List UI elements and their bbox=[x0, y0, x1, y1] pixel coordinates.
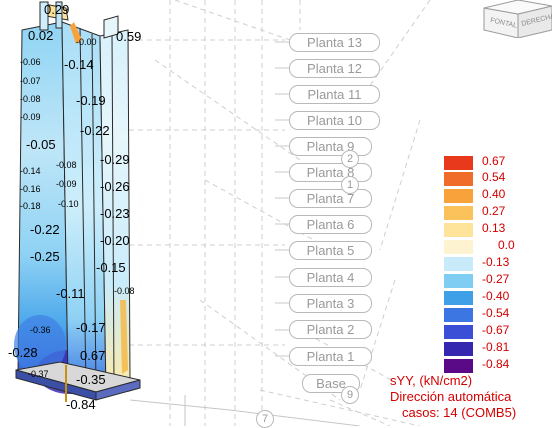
floor-tag-planta-4[interactable]: Planta 4 bbox=[289, 268, 372, 287]
stress-value: -0.22 bbox=[30, 222, 60, 237]
floor-tag-planta-12[interactable]: Planta 12 bbox=[289, 59, 380, 78]
stress-value: -0.84 bbox=[66, 397, 96, 412]
floor-tag-planta-11[interactable]: Planta 11 bbox=[289, 85, 380, 104]
stress-value: -0.09 bbox=[20, 112, 41, 122]
legend-swatch bbox=[444, 274, 473, 288]
stress-value: -0.28 bbox=[8, 345, 38, 360]
legend-swatch bbox=[444, 291, 473, 305]
legend-swatch bbox=[444, 359, 473, 373]
legend-swatch bbox=[444, 240, 473, 254]
stress-value: -0.09 bbox=[56, 179, 77, 189]
stress-value: -0.11 bbox=[56, 286, 85, 301]
stress-value: -0.08 bbox=[56, 160, 77, 170]
legend-value: -0.27 bbox=[482, 272, 510, 286]
legend-swatch bbox=[444, 206, 473, 220]
stress-value: -0.37 bbox=[28, 369, 49, 379]
legend-swatch bbox=[444, 342, 473, 356]
floor-tag-planta-1[interactable]: Planta 1 bbox=[289, 347, 372, 366]
floor-tag-planta-7[interactable]: Planta 7 bbox=[289, 189, 372, 208]
floor-tag-planta-3[interactable]: Planta 3 bbox=[289, 294, 372, 313]
stress-value: -0.06 bbox=[20, 57, 41, 67]
stress-value: 0.29 bbox=[44, 2, 70, 17]
legend-swatch bbox=[444, 172, 473, 186]
legend-value: -0.13 bbox=[482, 255, 510, 269]
legend-value: 0.54 bbox=[482, 170, 506, 184]
stress-value: -0.14 bbox=[20, 166, 41, 176]
stress-value: -0.05 bbox=[26, 137, 56, 152]
stress-value: -0.07 bbox=[20, 76, 41, 86]
floor-tag-planta-9[interactable]: Planta 9 bbox=[289, 137, 372, 156]
grid-axis-bubble-2: 2 bbox=[341, 150, 359, 168]
stress-value: -0.29 bbox=[100, 152, 130, 167]
floor-tag-planta-10[interactable]: Planta 10 bbox=[289, 111, 380, 130]
stress-value: 0.67 bbox=[80, 348, 106, 363]
stress-value: -0.22 bbox=[80, 123, 110, 138]
legend-value: -0.81 bbox=[482, 340, 510, 354]
legend-value: -0.40 bbox=[482, 289, 510, 303]
view-cube[interactable]: FONTAL DERECHA bbox=[478, 0, 552, 38]
stress-value: -0.14 bbox=[64, 57, 94, 72]
stress-value: -0.20 bbox=[100, 233, 130, 248]
legend-swatch bbox=[444, 189, 473, 203]
stress-value: -0.25 bbox=[30, 249, 60, 264]
legend-value: -0.84 bbox=[482, 357, 510, 371]
legend-subtitle: Dirección automática bbox=[390, 389, 512, 404]
legend-value: 0.67 bbox=[482, 154, 506, 168]
legend-load-case: casos: 14 (COMB5) bbox=[402, 405, 517, 420]
stress-value: 0.02 bbox=[28, 28, 54, 43]
stress-value: -0.15 bbox=[96, 260, 126, 275]
legend-value: 0.13 bbox=[482, 221, 506, 235]
stress-value: -0.08 bbox=[20, 94, 41, 104]
stress-value: -0.26 bbox=[100, 179, 130, 194]
legend-value: 0.40 bbox=[482, 187, 506, 201]
stress-value: -0.00 bbox=[76, 37, 97, 47]
stress-value: -0.08 bbox=[114, 286, 135, 296]
grid-axis-bubble-1: 1 bbox=[341, 176, 359, 194]
stress-value: -0.17 bbox=[76, 320, 106, 335]
legend-value: -0.67 bbox=[482, 323, 510, 337]
legend-swatch bbox=[444, 308, 473, 322]
stress-value: 0.59 bbox=[116, 29, 142, 44]
stress-value: -0.36 bbox=[30, 325, 51, 335]
legend-value: -0.54 bbox=[482, 306, 510, 320]
stress-value: -0.18 bbox=[20, 201, 41, 211]
grid-axis-bubble-7: 7 bbox=[256, 410, 274, 428]
legend-title: sYY, (kN/cm2) bbox=[390, 373, 473, 388]
legend-swatch bbox=[444, 257, 473, 271]
legend-value: 0.0 bbox=[498, 238, 515, 252]
floor-tag-planta-6[interactable]: Planta 6 bbox=[289, 215, 372, 234]
stress-value: -0.19 bbox=[76, 93, 106, 108]
legend-swatch bbox=[444, 325, 473, 339]
legend-swatch bbox=[444, 223, 473, 237]
legend-value: 0.27 bbox=[482, 204, 506, 218]
legend-swatch bbox=[444, 156, 473, 170]
stress-value: -0.35 bbox=[76, 372, 106, 387]
stress-value: -0.23 bbox=[100, 206, 130, 221]
floor-tag-planta-13[interactable]: Planta 13 bbox=[289, 33, 380, 52]
stress-value: -0.16 bbox=[20, 184, 41, 194]
floor-tag-planta-5[interactable]: Planta 5 bbox=[289, 241, 372, 260]
floor-tag-planta-2[interactable]: Planta 2 bbox=[289, 320, 372, 339]
grid-axis-bubble-9: 9 bbox=[341, 386, 359, 404]
floor-tag-planta-8[interactable]: Planta 8 bbox=[289, 163, 372, 182]
stress-value: -0.10 bbox=[58, 199, 79, 209]
